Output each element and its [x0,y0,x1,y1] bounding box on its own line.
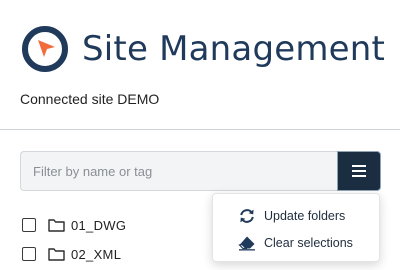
refresh-icon [238,208,256,224]
menu-item-label: Clear selections [264,236,353,250]
menu-item-update-folders[interactable]: Update folders [213,204,379,228]
site-status-text: Connected site DEMO [20,91,160,107]
folder-checkbox[interactable] [22,247,36,261]
folder-label[interactable]: 02_XML [71,247,121,262]
folder-checkbox[interactable] [22,218,36,232]
header-divider [0,129,400,130]
compass-icon [22,26,68,72]
folder-icon [48,248,65,261]
folder-row-01-dwg: 01_DWG [20,213,126,237]
eraser-icon [238,235,256,251]
actions-dropdown-menu: Update folders Clear selections [212,193,380,262]
folder-label[interactable]: 01_DWG [71,218,126,233]
hamburger-menu-icon [352,165,366,177]
filter-input[interactable] [20,151,337,191]
menu-item-label: Update folders [264,209,346,223]
menu-button[interactable] [337,151,381,191]
menu-item-clear-selections[interactable]: Clear selections [213,231,379,255]
app-header: Site Management [20,22,385,76]
folder-row-02-xml: 02_XML [20,242,121,266]
folder-icon [48,219,65,232]
app-title: Site Management [82,29,386,69]
